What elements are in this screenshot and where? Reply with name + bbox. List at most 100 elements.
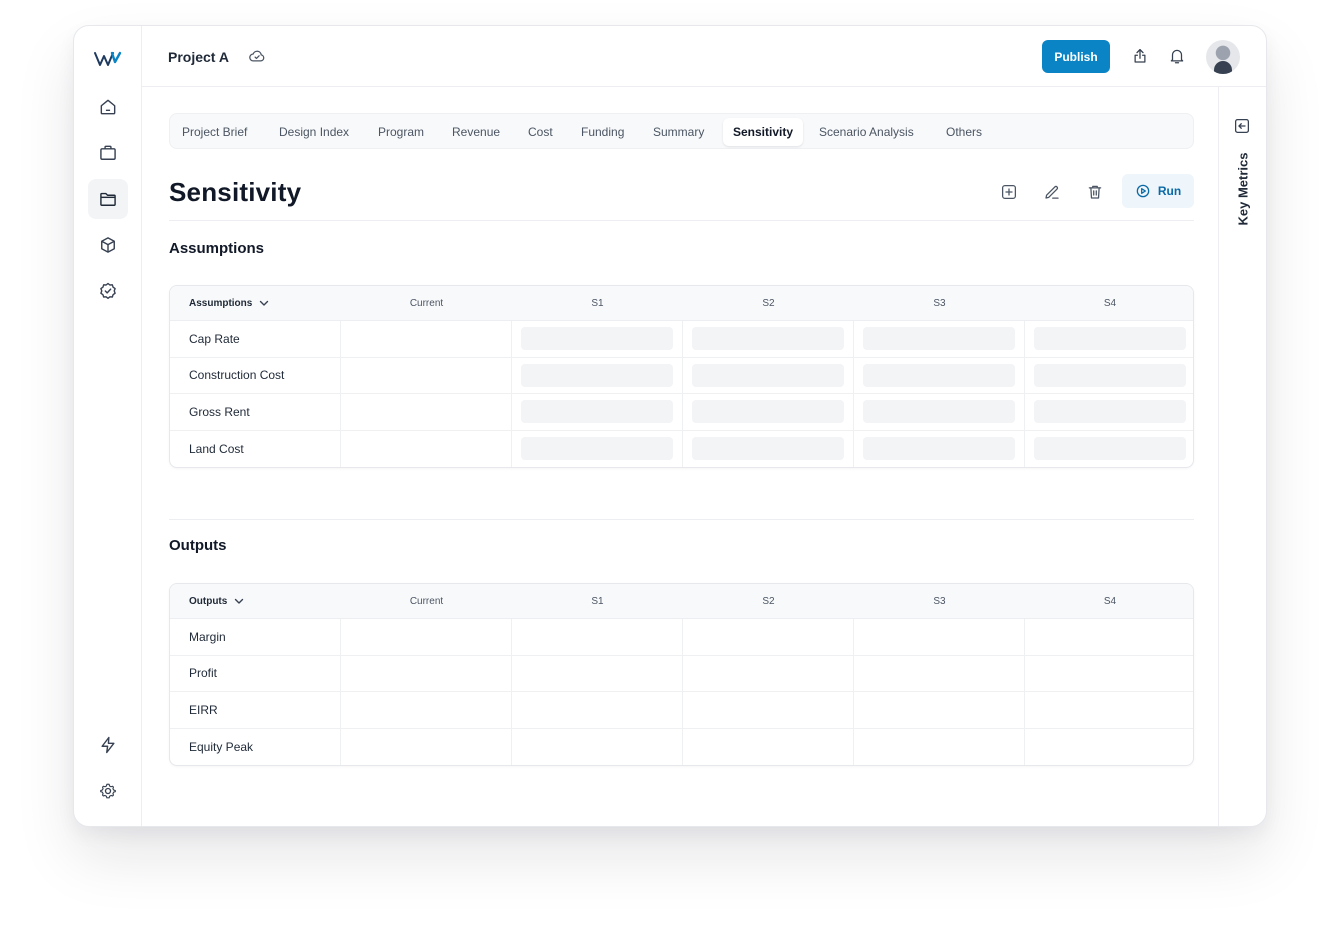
- construction-cost-s1-input[interactable]: [521, 363, 673, 387]
- s2-cell: [683, 619, 854, 655]
- land-cost-s2-input[interactable]: [692, 437, 844, 461]
- tab-bar: Project Brief Design Index Program Reven…: [169, 113, 1194, 149]
- construction-cost-s3-input[interactable]: [863, 363, 1015, 387]
- tab-project-brief[interactable]: Project Brief: [182, 118, 247, 146]
- tab-funding[interactable]: Funding: [581, 118, 624, 146]
- chevron-down-icon: [235, 598, 244, 604]
- land-cost-s4-input[interactable]: [1034, 437, 1186, 461]
- sidebar-item-settings[interactable]: [88, 771, 128, 811]
- section-divider: [169, 519, 1194, 520]
- table-row: Equity Peak: [170, 728, 1193, 765]
- run-button[interactable]: Run: [1122, 174, 1194, 208]
- s3-cell: [854, 321, 1025, 357]
- assumptions-table: Assumptions Current S1 S2 S3 S4 Cap Rate…: [169, 285, 1194, 468]
- s4-cell: [1025, 692, 1193, 728]
- s4-cell: [1025, 358, 1193, 394]
- lightning-icon: [101, 736, 115, 754]
- cap-rate-s4-input[interactable]: [1034, 327, 1186, 351]
- home-icon: [100, 99, 116, 115]
- edit-icon[interactable]: [1043, 183, 1061, 201]
- current-cell: [341, 655, 512, 691]
- table-row: Cap Rate: [170, 321, 1193, 358]
- tab-sensitivity[interactable]: Sensitivity: [723, 118, 803, 146]
- gross-rent-s3-input[interactable]: [863, 400, 1015, 424]
- tab-scenario-analysis[interactable]: Scenario Analysis: [819, 118, 914, 146]
- s1-cell: [512, 430, 683, 467]
- sidebar-item-home[interactable]: [88, 87, 128, 127]
- gear-icon: [100, 783, 116, 799]
- tab-program[interactable]: Program: [378, 118, 424, 146]
- land-cost-s3-input[interactable]: [863, 437, 1015, 461]
- column-header-s1: S1: [591, 595, 604, 607]
- tab-revenue[interactable]: Revenue: [452, 118, 500, 146]
- top-bar: Project A Publish: [142, 26, 1266, 87]
- share-icon[interactable]: [1131, 47, 1149, 65]
- column-header-s2: S2: [762, 297, 775, 309]
- table-row: Profit: [170, 655, 1193, 692]
- sidebar-item-approvals[interactable]: [88, 271, 128, 311]
- column-header-s4: S4: [1103, 595, 1117, 607]
- row-label: Gross Rent: [170, 394, 341, 430]
- sidebar-item-automations[interactable]: [88, 725, 128, 765]
- key-metrics-label[interactable]: Key Metrics: [1236, 153, 1251, 226]
- s2-cell: [683, 692, 854, 728]
- s1-cell: [512, 321, 683, 357]
- construction-cost-s4-input[interactable]: [1034, 363, 1186, 387]
- bell-icon[interactable]: [1168, 47, 1186, 65]
- table-row: Land Cost: [170, 430, 1193, 467]
- column-header-current: Current: [409, 297, 444, 309]
- s2-cell: [683, 430, 854, 467]
- s1-cell: [512, 619, 683, 655]
- avatar[interactable]: [1206, 40, 1240, 74]
- column-header-s3: S3: [933, 297, 946, 309]
- outputs-column-dropdown[interactable]: Outputs: [170, 584, 341, 618]
- s3-cell: [854, 655, 1025, 691]
- s3-cell: [854, 619, 1025, 655]
- sidebar-item-files[interactable]: [88, 179, 128, 219]
- s3-cell: [854, 394, 1025, 430]
- current-cell: [341, 357, 512, 393]
- cap-rate-s1-input[interactable]: [521, 327, 673, 351]
- title-divider: [169, 220, 1194, 221]
- cloud-check-icon[interactable]: [248, 47, 266, 65]
- gross-rent-s1-input[interactable]: [521, 400, 673, 424]
- cap-rate-s2-input[interactable]: [692, 327, 844, 351]
- s3-cell: [854, 728, 1025, 765]
- s4-cell: [1025, 656, 1193, 692]
- sidebar-item-models[interactable]: [88, 225, 128, 265]
- trash-icon[interactable]: [1086, 183, 1104, 201]
- assumptions-title: Assumptions: [169, 240, 265, 257]
- gross-rent-s4-input[interactable]: [1034, 400, 1186, 424]
- s1-cell: [512, 692, 683, 728]
- outputs-title: Outputs: [169, 537, 227, 554]
- column-header-s4: S4: [1103, 297, 1117, 309]
- tab-others[interactable]: Others: [946, 118, 982, 146]
- current-cell: [341, 619, 512, 655]
- cube-icon: [101, 237, 115, 253]
- publish-button[interactable]: Publish: [1042, 40, 1110, 73]
- sidebar-item-projects[interactable]: [88, 133, 128, 173]
- s2-cell: [683, 728, 854, 765]
- land-cost-s1-input[interactable]: [521, 437, 673, 461]
- table-row: Gross Rent: [170, 394, 1193, 431]
- add-icon[interactable]: [1000, 183, 1018, 201]
- table-row: Margin: [170, 619, 1193, 656]
- table-row: Construction Cost: [170, 357, 1193, 394]
- s3-cell: [854, 357, 1025, 393]
- table-header: Outputs Current S1 S2 S3 S4: [170, 584, 1193, 619]
- construction-cost-s2-input[interactable]: [692, 363, 844, 387]
- run-label: Run: [1157, 184, 1182, 198]
- s1-cell: [512, 728, 683, 765]
- assumptions-column-dropdown[interactable]: Assumptions: [170, 286, 341, 320]
- tab-cost[interactable]: Cost: [528, 118, 553, 146]
- current-cell: [341, 394, 512, 430]
- expand-panel-icon[interactable]: [1233, 117, 1251, 135]
- s1-cell: [512, 394, 683, 430]
- cap-rate-s3-input[interactable]: [863, 327, 1015, 351]
- current-cell: [341, 430, 512, 467]
- tab-design-index[interactable]: Design Index: [279, 118, 349, 146]
- column-header-s3: S3: [933, 595, 946, 607]
- s2-cell: [683, 321, 854, 357]
- tab-summary[interactable]: Summary: [653, 118, 704, 146]
- gross-rent-s2-input[interactable]: [692, 400, 844, 424]
